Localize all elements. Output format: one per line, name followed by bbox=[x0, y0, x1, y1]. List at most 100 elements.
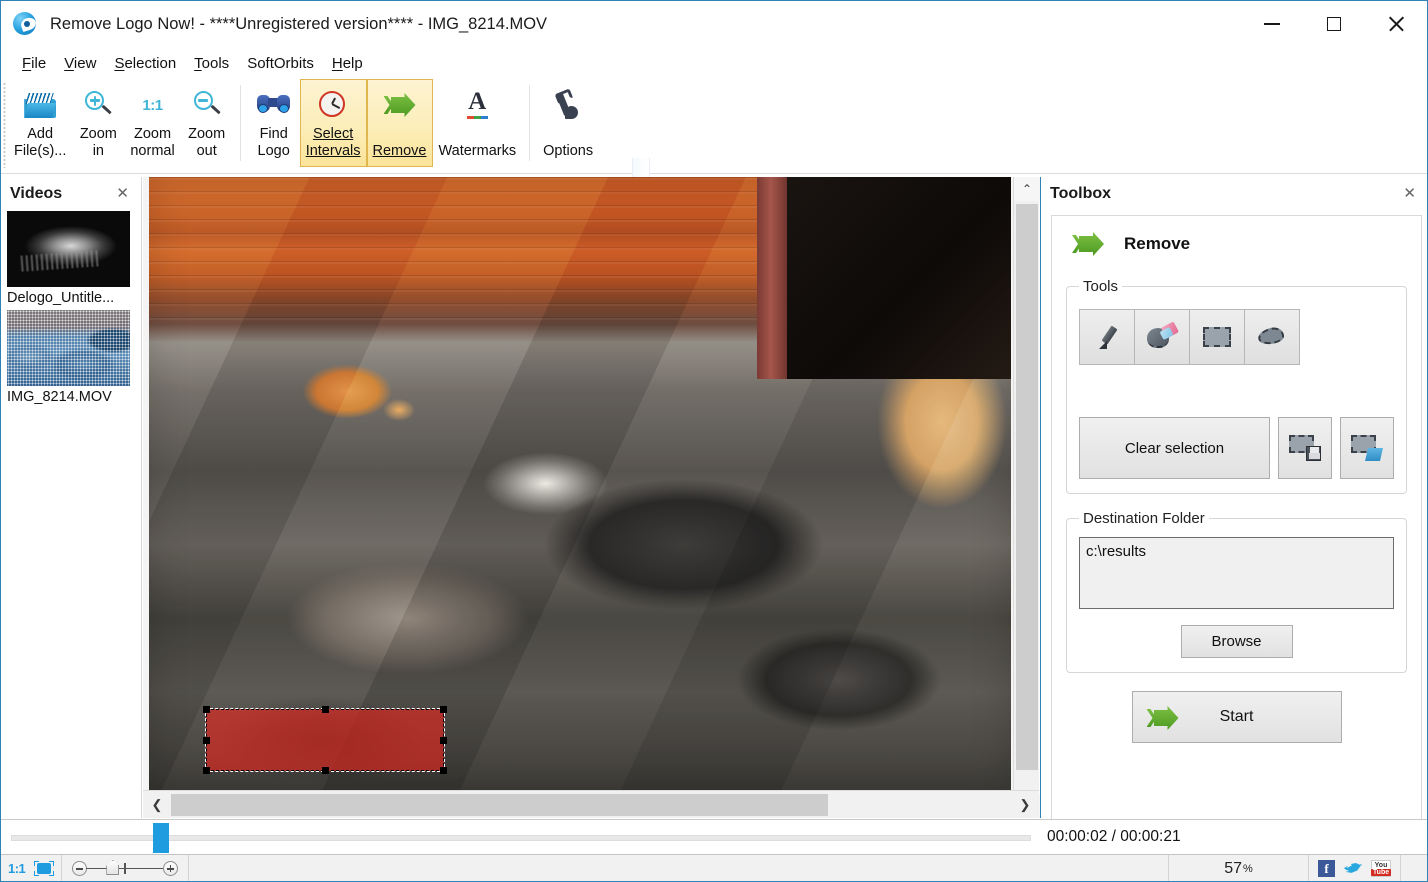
facebook-icon[interactable]: f bbox=[1318, 860, 1335, 877]
selection-handle-sw[interactable] bbox=[203, 767, 210, 774]
rectangle-select-tool-button[interactable] bbox=[1189, 309, 1245, 365]
maximize-button[interactable] bbox=[1303, 1, 1365, 47]
minus-circle-icon[interactable] bbox=[72, 861, 87, 876]
vertical-scroll-thumb[interactable] bbox=[1016, 204, 1038, 770]
timeline-track[interactable] bbox=[11, 821, 1031, 854]
toolbar-gripper[interactable] bbox=[1, 82, 8, 168]
title-bar: Remove Logo Now! - ****Unregistered vers… bbox=[1, 1, 1427, 47]
video-list: Delogo_Untitle... IMG_8214.MOV bbox=[1, 211, 141, 409]
tools-group-label: Tools bbox=[1079, 278, 1122, 295]
youtube-icon[interactable]: You Tube bbox=[1371, 860, 1391, 877]
scroll-left-button[interactable]: ❮ bbox=[143, 791, 171, 819]
menu-item-help[interactable]: Help bbox=[323, 52, 372, 75]
videos-panel-close-icon[interactable]: ✕ bbox=[112, 185, 133, 203]
video-thumbnail[interactable] bbox=[7, 211, 130, 287]
video-frame-image bbox=[149, 177, 1011, 790]
zoom-slider-tick bbox=[124, 863, 125, 874]
pencil-tool-button[interactable] bbox=[1079, 309, 1135, 365]
status-spacer bbox=[189, 855, 1169, 882]
selection-handle-w[interactable] bbox=[203, 737, 210, 744]
tool-button-row bbox=[1079, 309, 1394, 365]
toolbox-mode-label: Remove bbox=[1124, 234, 1190, 254]
save-selection-button[interactable] bbox=[1278, 417, 1332, 479]
timeline-playhead[interactable] bbox=[153, 823, 169, 853]
selection-handle-e[interactable] bbox=[440, 737, 447, 744]
maximize-icon bbox=[1327, 17, 1341, 31]
toolbar-add-files-button[interactable]: Add File(s)... bbox=[8, 79, 72, 167]
menu-item-tools[interactable]: Tools bbox=[185, 52, 238, 75]
minimize-button[interactable] bbox=[1241, 1, 1303, 47]
selection-handle-ne[interactable] bbox=[440, 706, 447, 713]
video-label: IMG_8214.MOV bbox=[1, 386, 141, 409]
list-item[interactable]: IMG_8214.MOV bbox=[1, 310, 141, 409]
load-selection-button[interactable] bbox=[1340, 417, 1394, 479]
zoom-percent-unit: % bbox=[1243, 863, 1253, 875]
youtube-tube-text: Tube bbox=[1371, 869, 1391, 876]
zoom-slider-knob[interactable] bbox=[106, 860, 119, 875]
eraser-tool-button[interactable] bbox=[1134, 309, 1190, 365]
selection-handle-n[interactable] bbox=[322, 706, 329, 713]
canvas-vertical-scrollbar[interactable]: ⌃ ⌄ bbox=[1013, 177, 1039, 818]
status-zoom-modes: 1:1 bbox=[1, 855, 62, 882]
toolbar-select-intervals-button[interactable]: Select Intervals bbox=[300, 79, 367, 167]
fit-to-window-icon[interactable] bbox=[34, 861, 54, 876]
selection-handle-se[interactable] bbox=[440, 767, 447, 774]
toolbox-panel-close-icon[interactable]: ✕ bbox=[1399, 185, 1420, 203]
green-arrow-icon bbox=[1072, 232, 1104, 256]
toolbar-separator-1 bbox=[240, 85, 241, 161]
toolbar-zoom-in-button[interactable]: Zoom in bbox=[72, 79, 124, 167]
menu-item-file[interactable]: File bbox=[13, 52, 55, 75]
minimize-icon bbox=[1264, 23, 1280, 25]
clock-icon bbox=[319, 84, 347, 126]
canvas-horizontal-scrollbar[interactable]: ❮ ❯ bbox=[143, 790, 1039, 818]
toolbar-separator-2 bbox=[529, 85, 530, 161]
load-selection-icon bbox=[1351, 435, 1383, 461]
menu-item-selection[interactable]: Selection bbox=[105, 52, 185, 75]
door-panel bbox=[787, 177, 1011, 379]
lasso-select-tool-button[interactable] bbox=[1244, 309, 1300, 365]
list-item[interactable]: Delogo_Untitle... bbox=[1, 211, 141, 310]
twitter-icon[interactable] bbox=[1344, 860, 1362, 877]
image-canvas[interactable] bbox=[143, 177, 1039, 818]
zoom-slider[interactable] bbox=[62, 855, 189, 882]
toolbar-add-files-label-bottom: File(s)... bbox=[14, 143, 66, 160]
toolbar-remove-button[interactable]: Remove bbox=[367, 79, 433, 167]
text-watermark-a-icon: A bbox=[464, 84, 490, 126]
toolbar-find-logo-button[interactable]: Find Logo bbox=[248, 79, 300, 167]
video-thumbnail[interactable] bbox=[7, 310, 130, 386]
videos-panel: Videos ✕ Delogo_Untitle... IMG_8214.MOV bbox=[1, 177, 142, 818]
toolbar-options-button[interactable]: Options bbox=[537, 79, 599, 167]
selection-handle-nw[interactable] bbox=[203, 706, 210, 713]
scroll-right-button[interactable]: ❯ bbox=[1011, 791, 1039, 819]
browse-button[interactable]: Browse bbox=[1181, 625, 1293, 658]
one-to-one-text: 1:1 bbox=[142, 97, 162, 114]
marquee-rectangle-icon bbox=[1203, 327, 1231, 347]
zoom-percent-value: 57 bbox=[1224, 860, 1242, 878]
toolbar-select-intervals-label-bottom: Intervals bbox=[306, 143, 361, 160]
close-button[interactable] bbox=[1365, 1, 1427, 47]
horizontal-scroll-thumb[interactable] bbox=[171, 794, 828, 816]
zoom-1to1-button[interactable]: 1:1 bbox=[8, 861, 25, 876]
toolbar-watermarks-label: Watermarks bbox=[439, 143, 517, 160]
scroll-up-button[interactable]: ⌃ bbox=[1014, 177, 1040, 201]
plus-circle-icon[interactable] bbox=[163, 861, 178, 876]
menu-item-softorbits[interactable]: SoftOrbits bbox=[238, 52, 323, 75]
chevron-right-icon: ❯ bbox=[1020, 797, 1031, 813]
clear-selection-button[interactable]: Clear selection bbox=[1079, 417, 1270, 479]
eraser-icon bbox=[1147, 324, 1177, 350]
toolbar-watermarks-button[interactable]: A Watermarks bbox=[433, 79, 523, 167]
toolbar-select-intervals-label-top: Select bbox=[313, 126, 353, 143]
videos-panel-header: Videos ✕ bbox=[1, 177, 141, 211]
toolbar-zoom-out-button[interactable]: Zoom out bbox=[181, 79, 233, 167]
video-label: Delogo_Untitle... bbox=[1, 287, 141, 310]
toolbar-zoom-in-label-top: Zoom bbox=[80, 126, 117, 143]
status-resize-grip[interactable] bbox=[1401, 855, 1427, 882]
horizontal-scroll-track[interactable] bbox=[171, 791, 1011, 819]
selection-handle-s[interactable] bbox=[322, 767, 329, 774]
start-button[interactable]: Start bbox=[1132, 691, 1342, 743]
destination-folder-input[interactable] bbox=[1079, 537, 1394, 609]
logo-selection-rectangle[interactable] bbox=[206, 709, 444, 771]
app-logo-icon bbox=[12, 11, 38, 37]
toolbar-zoom-normal-button[interactable]: 1:1 Zoom normal bbox=[124, 79, 180, 167]
menu-item-view[interactable]: View bbox=[55, 52, 105, 75]
